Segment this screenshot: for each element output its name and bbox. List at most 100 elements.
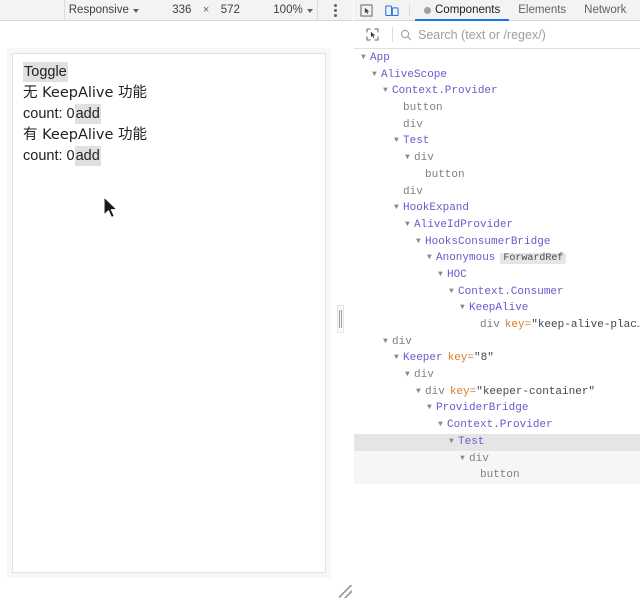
chevron-down-icon[interactable]: ▼ [416,234,425,251]
zoom-level-select[interactable]: 100% [269,3,316,17]
device-canvas: Toggle 无 KeepAlive 功能 count: 0add 有 Keep… [0,21,353,613]
tree-row[interactable]: ▼ App [354,50,640,67]
device-emulation-pane: Responsive × 100% [0,0,353,613]
react-devtools-panel: Components Elements Network Search (text… [354,0,640,613]
chevron-down-icon[interactable]: ▼ [405,150,414,167]
chevron-down-icon[interactable]: ▼ [394,133,403,150]
tree-row[interactable]: ▼ AliveScope [354,67,640,84]
chevron-down-icon[interactable]: ▼ [405,217,414,234]
add-button-1[interactable]: add [74,104,101,124]
tree-node-key-value: "keeper-container" [476,385,596,398]
chevron-down-icon[interactable]: ▼ [449,434,458,451]
tree-row[interactable]: ▼ div key="keeper-container" [354,384,640,401]
tree-node-name: div [414,369,434,382]
tab-elements[interactable]: Elements [509,0,575,20]
tree-node-name: App [370,52,390,64]
tree-row[interactable]: ▼ Context.Provider [354,83,640,100]
chevron-down-icon[interactable]: ▼ [405,367,414,384]
viewport-height-input[interactable] [213,4,248,16]
tree-node-name: ProviderBridge [436,402,529,415]
tree-node-name: Context.Provider [392,85,498,98]
tab-network[interactable]: Network [575,0,635,20]
devtools-search-bar [354,21,640,49]
tree-row[interactable]: ▼div key="keep-alive-plac…" [354,317,640,334]
viewport-resize-handle-corner[interactable] [337,583,353,599]
tree-row[interactable]: ▼div [354,117,640,134]
resize-corner-grip-icon [339,585,352,598]
chevron-down-icon[interactable]: ▼ [416,384,425,401]
viewport-resize-handle-right[interactable] [337,305,344,333]
chevron-down-icon[interactable]: ▼ [383,83,392,100]
toolbar-controls: Responsive × 100% [65,0,318,20]
tree-row[interactable]: ▼ ProviderBridge [354,400,640,417]
toolbar-divider [409,4,410,16]
chevron-down-icon[interactable]: ▼ [372,67,381,84]
tree-row[interactable]: ▼ KeepAlive [354,300,640,317]
tree-node-name: Keeper [403,352,443,365]
tree-row[interactable]: ▼div [354,367,640,384]
viewport-width-input[interactable] [164,4,199,16]
toolbar-more-options[interactable] [318,0,353,20]
tree-row[interactable]: ▼ Context.Provider [354,417,640,434]
chevron-down-icon[interactable]: ▼ [460,300,469,317]
search-input[interactable] [418,27,640,42]
tree-row[interactable]: ▼button [354,467,640,484]
toggle-button[interactable]: Toggle [23,62,68,82]
tree-row[interactable]: ▼ Keeper key="8" [354,350,640,367]
tree-node-key-label: key= [504,319,532,331]
select-component-glyph [366,28,379,41]
kebab-menu-icon[interactable] [333,3,337,17]
select-component-icon[interactable] [360,28,385,41]
count-label-1: count: 0 [23,106,75,122]
tree-node-name: div [425,385,445,398]
chevron-down-icon [132,9,139,13]
device-preset-select[interactable]: Responsive [65,3,143,17]
component-tree[interactable]: ▼App▼AliveScope▼Context.Provider▼button▼… [354,50,640,613]
tree-node-name: button [403,102,443,115]
chevron-down-icon[interactable]: ▼ [427,250,436,267]
toggle-row: Toggle [23,62,315,83]
chevron-down-icon[interactable]: ▼ [427,400,436,417]
device-toolbar-icon[interactable] [379,0,404,20]
count-row-with-keepalive: count: 0add [23,146,315,167]
chevron-down-icon[interactable]: ▼ [438,417,447,434]
tab-elements-label: Elements [518,4,567,16]
chevron-down-icon[interactable]: ▼ [449,284,458,301]
tree-node-name: KeepAlive [469,302,529,315]
tree-node-name: div [403,118,423,131]
add-button-2[interactable]: add [74,146,101,166]
tree-row[interactable]: ▼ Anonymous ForwardRef [354,250,640,267]
tree-row[interactable]: ▼div [354,334,640,351]
tree-row[interactable]: ▼button [354,100,640,117]
tree-row[interactable]: ▼button [354,167,640,184]
emulated-viewport[interactable]: Toggle 无 KeepAlive 功能 count: 0add 有 Keep… [12,53,326,573]
chevron-down-icon[interactable]: ▼ [394,200,403,217]
tree-node-name: Anonymous [436,252,496,265]
tree-node-name: div [403,185,423,198]
inspect-element-icon[interactable] [354,0,379,20]
chevron-down-icon[interactable]: ▼ [394,350,403,367]
tree-row[interactable]: ▼ AliveIdProvider [354,217,640,234]
tree-row[interactable]: ▼ HOC [354,267,640,284]
tree-row[interactable]: ▼div [354,184,640,201]
chevron-down-icon[interactable]: ▼ [361,50,370,67]
tree-row-spacer: ▼ [394,184,403,201]
tree-node-name: div [480,319,500,331]
chevron-down-icon[interactable]: ▼ [383,334,392,351]
tree-row[interactable]: ▼ Context.Consumer [354,284,640,301]
tree-node-key-value: "8" [474,352,494,365]
toolbar-left-spacer [0,0,65,20]
tree-row-spacer: ▼ [471,317,480,334]
tree-row[interactable]: ▼ HooksConsumerBridge [354,234,640,251]
chevron-down-icon[interactable]: ▼ [460,451,469,468]
tab-components[interactable]: Components [415,0,510,21]
tree-row[interactable]: ▼ Test [354,433,640,451]
chevron-down-icon[interactable]: ▼ [438,267,447,284]
device-preset-label: Responsive [68,4,129,16]
tree-row[interactable]: ▼div [354,450,640,468]
tree-row[interactable]: ▼div [354,150,640,167]
tree-row[interactable]: ▼ HookExpand [354,200,640,217]
tree-row[interactable]: ▼ Test [354,133,640,150]
tab-network-label: Network [584,4,627,16]
tree-row-spacer: ▼ [394,117,403,134]
